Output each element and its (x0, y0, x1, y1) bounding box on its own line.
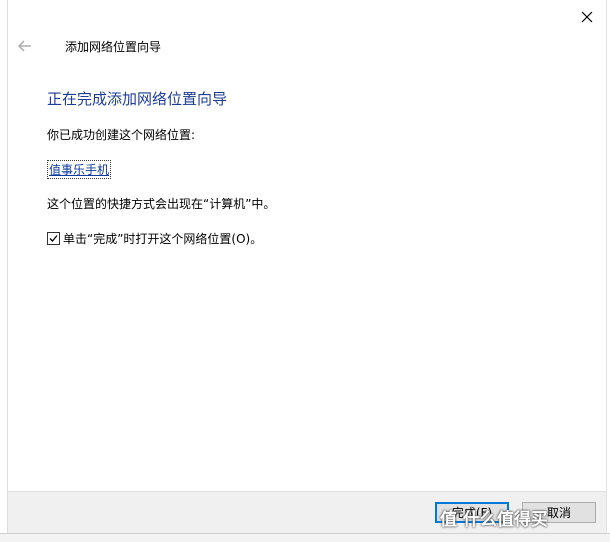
wizard-content: 正在完成添加网络位置向导 你已成功创建这个网络位置: 值事乐手机 这个位置的快捷… (47, 86, 580, 246)
cancel-button[interactable]: 取消 (522, 502, 596, 523)
back-button[interactable] (16, 37, 34, 55)
finish-button[interactable]: 完成(F) (435, 502, 509, 523)
open-on-finish-label: 单击“完成”时打开这个网络位置(O)。 (63, 232, 263, 246)
open-on-finish-checkbox[interactable] (47, 232, 60, 245)
wizard-footer: 完成(F) 取消 (8, 491, 606, 533)
wizard-header: 添加网络位置向导 (8, 28, 606, 64)
right-window-edge (606, 0, 610, 542)
close-button[interactable] (576, 6, 598, 28)
close-icon (581, 11, 593, 23)
bottom-window-edge (0, 533, 610, 542)
wizard-heading: 正在完成添加网络位置向导 (47, 90, 228, 108)
success-message: 你已成功创建这个网络位置: (47, 128, 196, 142)
window-title: 添加网络位置向导 (65, 40, 162, 54)
network-location-link[interactable]: 值事乐手机 (47, 160, 112, 179)
shortcut-note: 这个位置的快捷方式会出现在“计算机”中。 (47, 197, 276, 211)
checkmark-icon (49, 235, 58, 242)
open-on-finish-option[interactable]: 单击“完成”时打开这个网络位置(O)。 (47, 230, 262, 247)
back-arrow-icon (18, 40, 31, 52)
left-window-edge (0, 0, 8, 542)
